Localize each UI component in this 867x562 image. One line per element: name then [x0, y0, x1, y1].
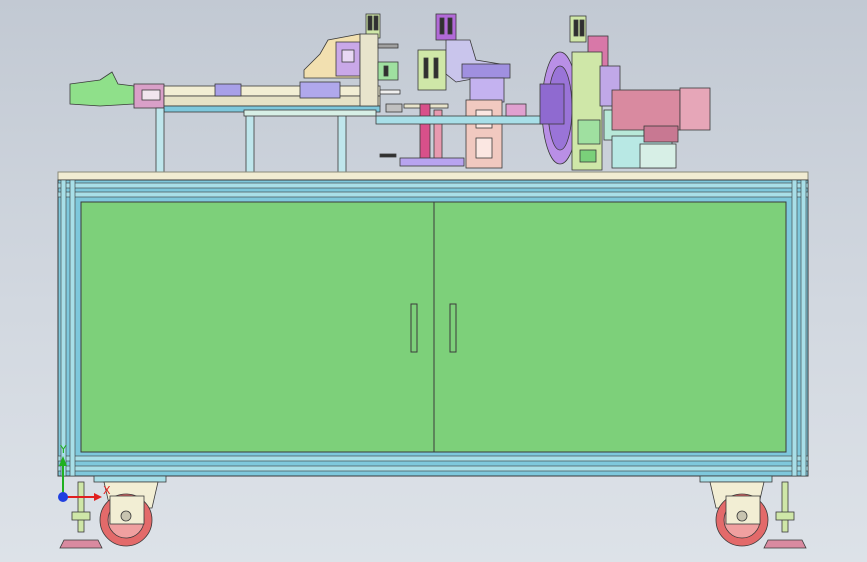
right-door[interactable]	[433, 201, 787, 453]
tabletop	[57, 171, 809, 181]
caster-left	[59, 475, 167, 549]
machinery-assembly	[69, 13, 711, 173]
pressing-unit-middle	[375, 13, 545, 169]
caster-right	[699, 475, 807, 549]
y-axis-label: Y	[59, 443, 67, 456]
left-door[interactable]	[80, 201, 435, 453]
right-door-handle[interactable]	[449, 303, 457, 353]
left-door-handle[interactable]	[410, 303, 418, 353]
model-canvas: X Y	[57, 13, 809, 549]
x-axis-label: X	[103, 484, 111, 497]
cabinet	[57, 179, 809, 477]
cad-viewport[interactable]: X Y	[0, 0, 867, 562]
x-axis-arrow-icon	[94, 493, 102, 501]
feeder-arm	[69, 71, 381, 173]
z-axis-dot-icon	[58, 492, 68, 502]
